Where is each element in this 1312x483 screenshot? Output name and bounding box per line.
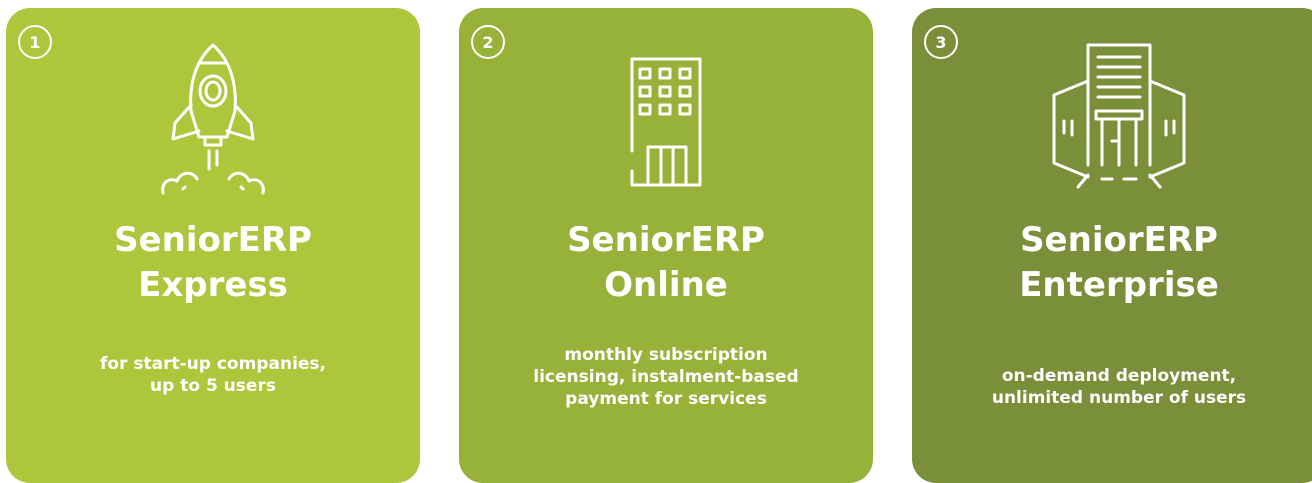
card-description: on-demand deployment, unlimited number o… — [991, 366, 1247, 408]
step-number-badge: 3 — [924, 25, 958, 59]
card-express: 1 SeniorERP Express for start-up compani… — [6, 8, 420, 483]
card-enterprise: 3 SeniorERP Enterprise on-demand deploym… — [912, 8, 1312, 483]
card-description: monthly subscription licensing, instalme… — [533, 345, 799, 409]
rocket-icon — [153, 41, 273, 205]
card-online: 2 SeniorERP Online monthly subscription … — [459, 8, 873, 483]
step-number-badge: 1 — [18, 25, 52, 59]
corporate-building-icon — [1044, 41, 1194, 195]
card-title: SeniorERP Express — [114, 220, 312, 305]
card-title: SeniorERP Enterprise — [1019, 220, 1219, 305]
office-building-icon — [616, 41, 716, 195]
step-number-badge: 2 — [471, 25, 505, 59]
card-title: SeniorERP Online — [567, 220, 765, 305]
card-description: for start-up companies, up to 5 users — [100, 354, 326, 396]
